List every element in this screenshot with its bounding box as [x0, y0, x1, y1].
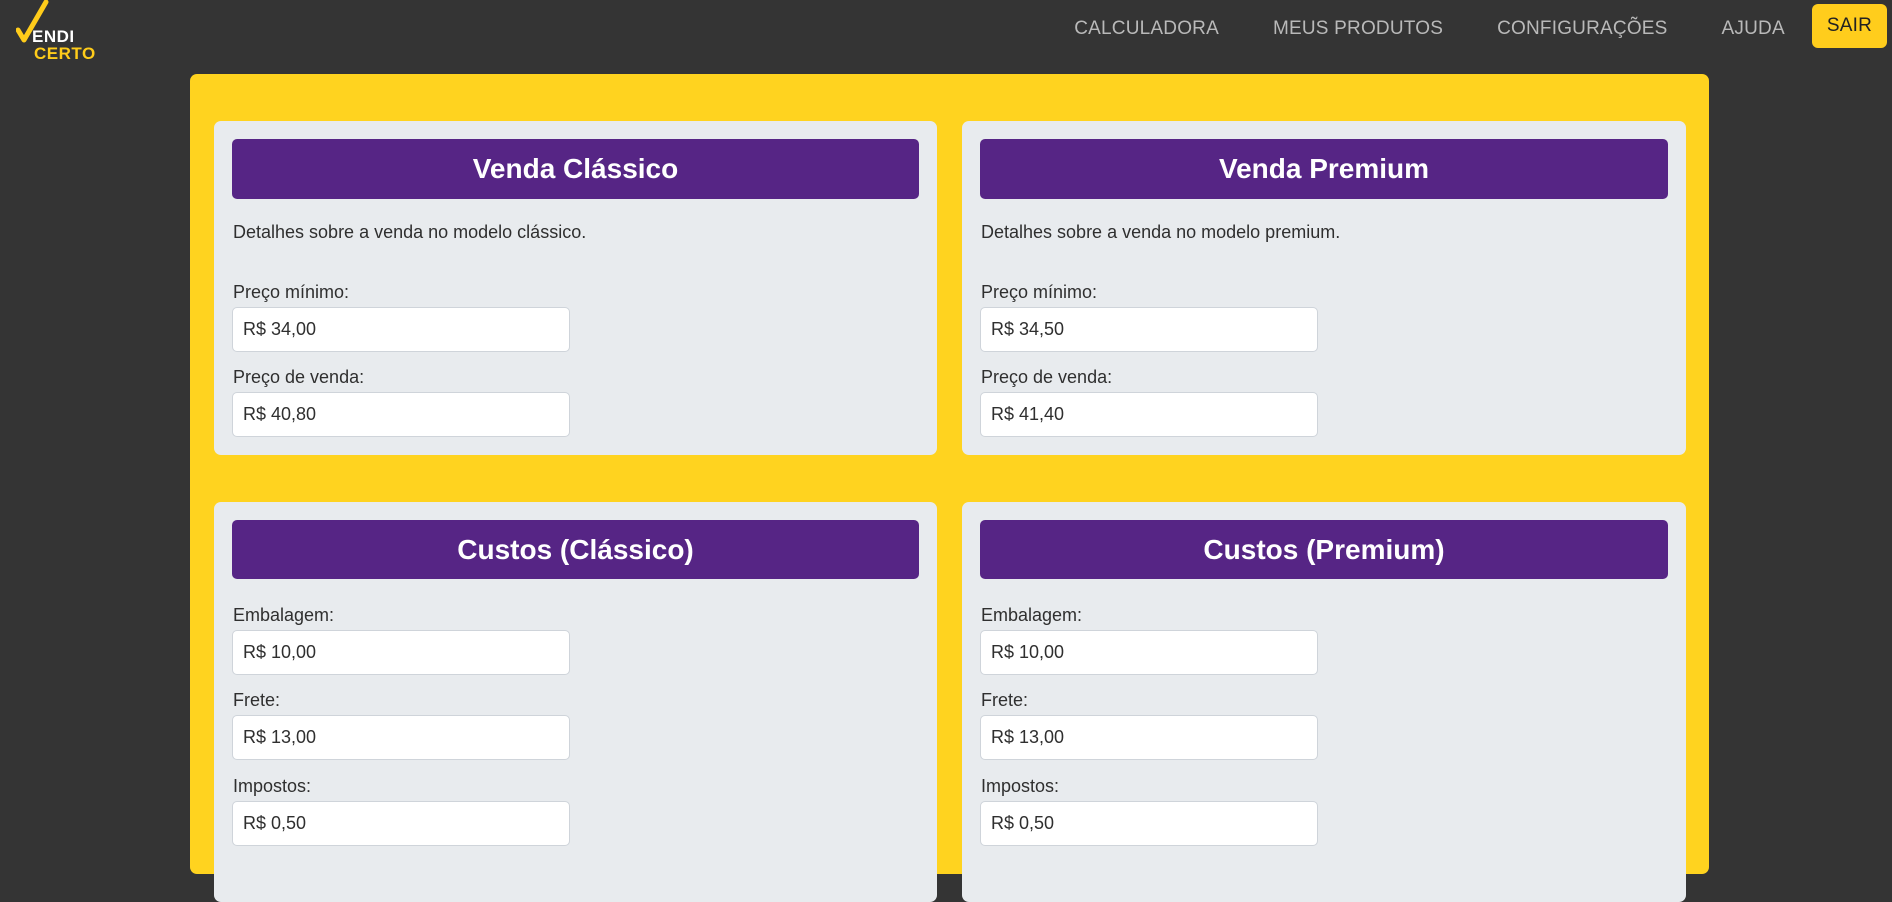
classic-shipping-label: Frete: [233, 690, 281, 710]
classic-taxes-label: Impostos: [233, 776, 312, 796]
vendicerto-logo[interactable]: ENDI CERTO [16, 0, 116, 63]
premium-taxes-label: Impostos: [981, 776, 1060, 796]
classic-sale-title: Venda Clássico [232, 139, 919, 199]
premium-sale-description: Detalhes sobre a venda no modelo premium… [981, 222, 1341, 242]
classic-packaging-field[interactable] [232, 630, 570, 675]
classic-sale-description: Detalhes sobre a venda no modelo clássic… [233, 222, 587, 242]
classic-shipping-field[interactable] [232, 715, 570, 760]
main-nav: CALCULADORA MEUS PRODUTOS CONFIGURAÇÕES … [1074, 0, 1892, 58]
classic-costs-card: Custos (Clássico) Embalagem: Frete: Impo… [214, 502, 937, 902]
classic-costs-title: Custos (Clássico) [232, 520, 919, 579]
classic-sale-card: Venda Clássico Detalhes sobre a venda no… [214, 121, 937, 455]
logout-button[interactable]: SAIR [1811, 4, 1887, 48]
premium-sale-card: Venda Premium Detalhes sobre a venda no … [962, 121, 1686, 455]
top-navbar: ENDI CERTO CALCULADORA MEUS PRODUTOS CON… [0, 0, 1892, 63]
premium-sale-price-field[interactable] [980, 392, 1318, 437]
premium-sale-title: Venda Premium [980, 139, 1668, 199]
logo-text-line1: ENDI [32, 27, 75, 46]
nav-calculadora[interactable]: CALCULADORA [1074, 18, 1219, 40]
premium-sale-price-label: Preço de venda: [981, 367, 1113, 387]
premium-taxes-field[interactable] [980, 801, 1318, 846]
calculator-panel: Venda Clássico Detalhes sobre a venda no… [190, 74, 1709, 902]
premium-costs-card: Custos (Premium) Embalagem: Frete: Impos… [962, 502, 1686, 902]
premium-min-price-label: Preço mínimo: [981, 282, 1098, 302]
classic-sale-price-label: Preço de venda: [233, 367, 365, 387]
premium-shipping-label: Frete: [981, 690, 1029, 710]
classic-sale-price-field[interactable] [232, 392, 570, 437]
nav-meus-produtos[interactable]: MEUS PRODUTOS [1273, 18, 1443, 40]
premium-packaging-field[interactable] [980, 630, 1318, 675]
logo-text-line2: CERTO [34, 44, 96, 63]
classic-min-price-field[interactable] [232, 307, 570, 352]
nav-ajuda[interactable]: AJUDA [1722, 18, 1785, 40]
premium-min-price-field[interactable] [980, 307, 1318, 352]
premium-costs-title: Custos (Premium) [980, 520, 1668, 579]
nav-configuracoes[interactable]: CONFIGURAÇÕES [1497, 18, 1667, 40]
premium-shipping-field[interactable] [980, 715, 1318, 760]
classic-min-price-label: Preço mínimo: [233, 282, 350, 302]
classic-taxes-field[interactable] [232, 801, 570, 846]
premium-packaging-label: Embalagem: [981, 605, 1083, 625]
classic-packaging-label: Embalagem: [233, 605, 335, 625]
